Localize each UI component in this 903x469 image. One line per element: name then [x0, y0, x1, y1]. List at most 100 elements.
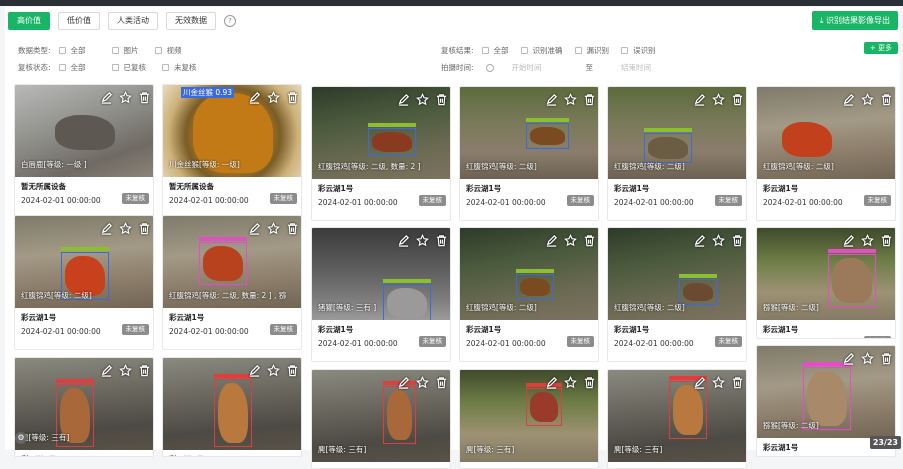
photo-card[interactable]: 麂[等级: 三有] — [311, 369, 451, 469]
trash-icon[interactable] — [138, 89, 151, 102]
star-icon[interactable] — [564, 91, 577, 104]
export-button[interactable]: ⤓ 识别结果影像导出 — [812, 11, 898, 30]
edit-icon[interactable] — [545, 232, 558, 245]
edit-icon[interactable] — [693, 232, 706, 245]
wildlife-photo[interactable]: 白唇鹿[等级: 一级 ] — [15, 85, 154, 177]
star-icon[interactable] — [267, 220, 280, 233]
star-icon[interactable] — [119, 220, 132, 233]
star-icon[interactable] — [564, 374, 577, 387]
checkbox-misidentified[interactable]: 误识别 — [621, 45, 656, 56]
wildlife-photo[interactable]: 红腹锦鸡[等级: 二级] — [15, 216, 154, 308]
more-filters-button[interactable]: + 更多 — [864, 42, 898, 54]
trash-icon[interactable] — [286, 220, 299, 233]
star-icon[interactable] — [267, 89, 280, 102]
tab-low-value[interactable]: 低价值 — [58, 12, 100, 30]
star-icon[interactable] — [861, 350, 874, 363]
photo-card[interactable]: 川金丝猴 0.93川金丝猴[等级: 一级]暂无所属设备2024-02-01 00… — [162, 84, 302, 219]
photo-card[interactable]: 白唇鹿[等级: 一级 ]暂无所属设备2024-02-01 00:00:00未复核 — [14, 84, 154, 219]
wildlife-photo[interactable]: 红腹锦鸡[等级: 二级] — [608, 228, 747, 320]
edit-icon[interactable] — [842, 91, 855, 104]
checkbox-image[interactable]: 图片 — [112, 45, 139, 56]
star-icon[interactable] — [416, 91, 429, 104]
photo-card[interactable]: 彩云湖1号 — [162, 357, 302, 457]
tab-high-value[interactable]: 高价值 — [8, 12, 50, 30]
wildlife-photo[interactable]: 红腹锦鸡[等级: 二级] — [460, 228, 599, 320]
wildlife-photo[interactable]: 麂[等级: 三有] — [460, 370, 599, 462]
star-icon[interactable] — [712, 91, 725, 104]
help-icon[interactable]: ? — [224, 15, 236, 27]
star-icon[interactable] — [712, 232, 725, 245]
photo-card[interactable]: 麂[等级: 三有] — [607, 369, 747, 469]
star-icon[interactable] — [564, 232, 577, 245]
photo-card[interactable]: 猕猴[等级: 二级]彩云湖1号2024-02-01 00:00:00未复核 — [756, 227, 896, 339]
trash-icon[interactable] — [286, 89, 299, 102]
trash-icon[interactable] — [583, 374, 596, 387]
photo-card[interactable]: 麂[等级: 三有] — [459, 369, 599, 469]
photo-card[interactable]: 麂[等级: 三有]彩云湖1号 — [14, 357, 154, 457]
photo-card[interactable]: 红腹锦鸡[等级: 二级, 数量: 2 ]彩云湖1号2024-02-01 00:0… — [311, 86, 451, 221]
checkbox-video[interactable]: 视频 — [155, 45, 182, 56]
edit-icon[interactable] — [397, 232, 410, 245]
trash-icon[interactable] — [435, 91, 448, 104]
trash-icon[interactable] — [138, 220, 151, 233]
edit-icon[interactable] — [100, 89, 113, 102]
trash-icon[interactable] — [583, 232, 596, 245]
checkbox-accurate[interactable]: 识别准确 — [521, 45, 563, 56]
wildlife-photo[interactable]: 红腹锦鸡[等级: 二级, 数量: 2 ] — [312, 87, 451, 179]
tab-invalid-data[interactable]: 无效数据 — [166, 12, 216, 30]
trash-icon[interactable] — [731, 374, 744, 387]
star-icon[interactable] — [861, 232, 874, 245]
star-icon[interactable] — [119, 362, 132, 375]
wildlife-photo[interactable]: 川金丝猴 0.93川金丝猴[等级: 一级] — [163, 85, 302, 177]
edit-icon[interactable] — [248, 362, 261, 375]
wildlife-photo[interactable]: 红腹锦鸡[等级: 二级, 数量: 2 ] , 猕 — [163, 216, 302, 308]
checkbox-missed[interactable]: 漏识别 — [575, 45, 610, 56]
photo-card[interactable]: 红腹锦鸡[等级: 二级, 数量: 2 ] , 猕彩云湖1号2024-02-01 … — [162, 215, 302, 350]
trash-icon[interactable] — [435, 232, 448, 245]
checkbox-all[interactable]: 全部 — [482, 45, 509, 56]
edit-icon[interactable] — [842, 232, 855, 245]
edit-icon[interactable] — [693, 374, 706, 387]
trash-icon[interactable] — [138, 362, 151, 375]
edit-icon[interactable] — [397, 374, 410, 387]
star-icon[interactable] — [861, 91, 874, 104]
checkbox-reviewed[interactable]: 已复核 — [112, 62, 147, 73]
edit-icon[interactable] — [545, 91, 558, 104]
trash-icon[interactable] — [731, 232, 744, 245]
edit-icon[interactable] — [248, 220, 261, 233]
edit-icon[interactable] — [693, 91, 706, 104]
wildlife-photo[interactable]: 猕猴[等级: 二级] — [757, 346, 896, 438]
star-icon[interactable] — [119, 89, 132, 102]
wildlife-photo[interactable]: 红腹锦鸡[等级: 二级] — [460, 87, 599, 179]
wildlife-photo[interactable]: 猕猴[等级: 二级] — [757, 228, 896, 320]
checkbox-unreviewed[interactable]: 未复核 — [162, 62, 197, 73]
trash-icon[interactable] — [880, 91, 893, 104]
trash-icon[interactable] — [880, 350, 893, 363]
photo-card[interactable]: 红腹锦鸡[等级: 二级]彩云湖1号2024-02-01 00:00:00未复核 — [459, 86, 599, 221]
edit-icon[interactable] — [100, 220, 113, 233]
settings-icon[interactable]: ⚙ — [15, 432, 27, 444]
star-icon[interactable] — [267, 362, 280, 375]
wildlife-photo[interactable]: 麂[等级: 三有] — [15, 358, 154, 450]
edit-icon[interactable] — [842, 350, 855, 363]
wildlife-photo[interactable] — [163, 358, 302, 450]
end-time-input[interactable]: 结束时间 — [621, 62, 695, 73]
star-icon[interactable] — [416, 232, 429, 245]
photo-card[interactable]: 红腹锦鸡[等级: 二级]彩云湖1号2024-02-01 00:00:00未复核 — [756, 86, 896, 221]
wildlife-photo[interactable]: 猪獾[等级: 三有 ] — [312, 228, 451, 320]
photo-card[interactable]: 红腹锦鸡[等级: 二级]彩云湖1号2024-02-01 00:00:00未复核 — [459, 227, 599, 362]
wildlife-photo[interactable]: 麂[等级: 三有] — [608, 370, 747, 462]
star-icon[interactable] — [712, 374, 725, 387]
edit-icon[interactable] — [545, 374, 558, 387]
edit-icon[interactable] — [100, 362, 113, 375]
tab-human-activity[interactable]: 人类活动 — [108, 12, 158, 30]
photo-card[interactable]: 红腹锦鸡[等级: 二级]彩云湖1号2024-02-01 00:00:00未复核 — [607, 86, 747, 221]
start-time-input[interactable]: 开始时间 — [512, 62, 586, 73]
trash-icon[interactable] — [286, 362, 299, 375]
trash-icon[interactable] — [880, 232, 893, 245]
photo-card[interactable]: 红腹锦鸡[等级: 二级]彩云湖1号2024-02-01 00:00:00未复核 — [14, 215, 154, 350]
photo-card[interactable]: 红腹锦鸡[等级: 二级]彩云湖1号2024-02-01 00:00:00未复核 — [607, 227, 747, 362]
trash-icon[interactable] — [583, 91, 596, 104]
star-icon[interactable] — [416, 374, 429, 387]
edit-icon[interactable] — [397, 91, 410, 104]
